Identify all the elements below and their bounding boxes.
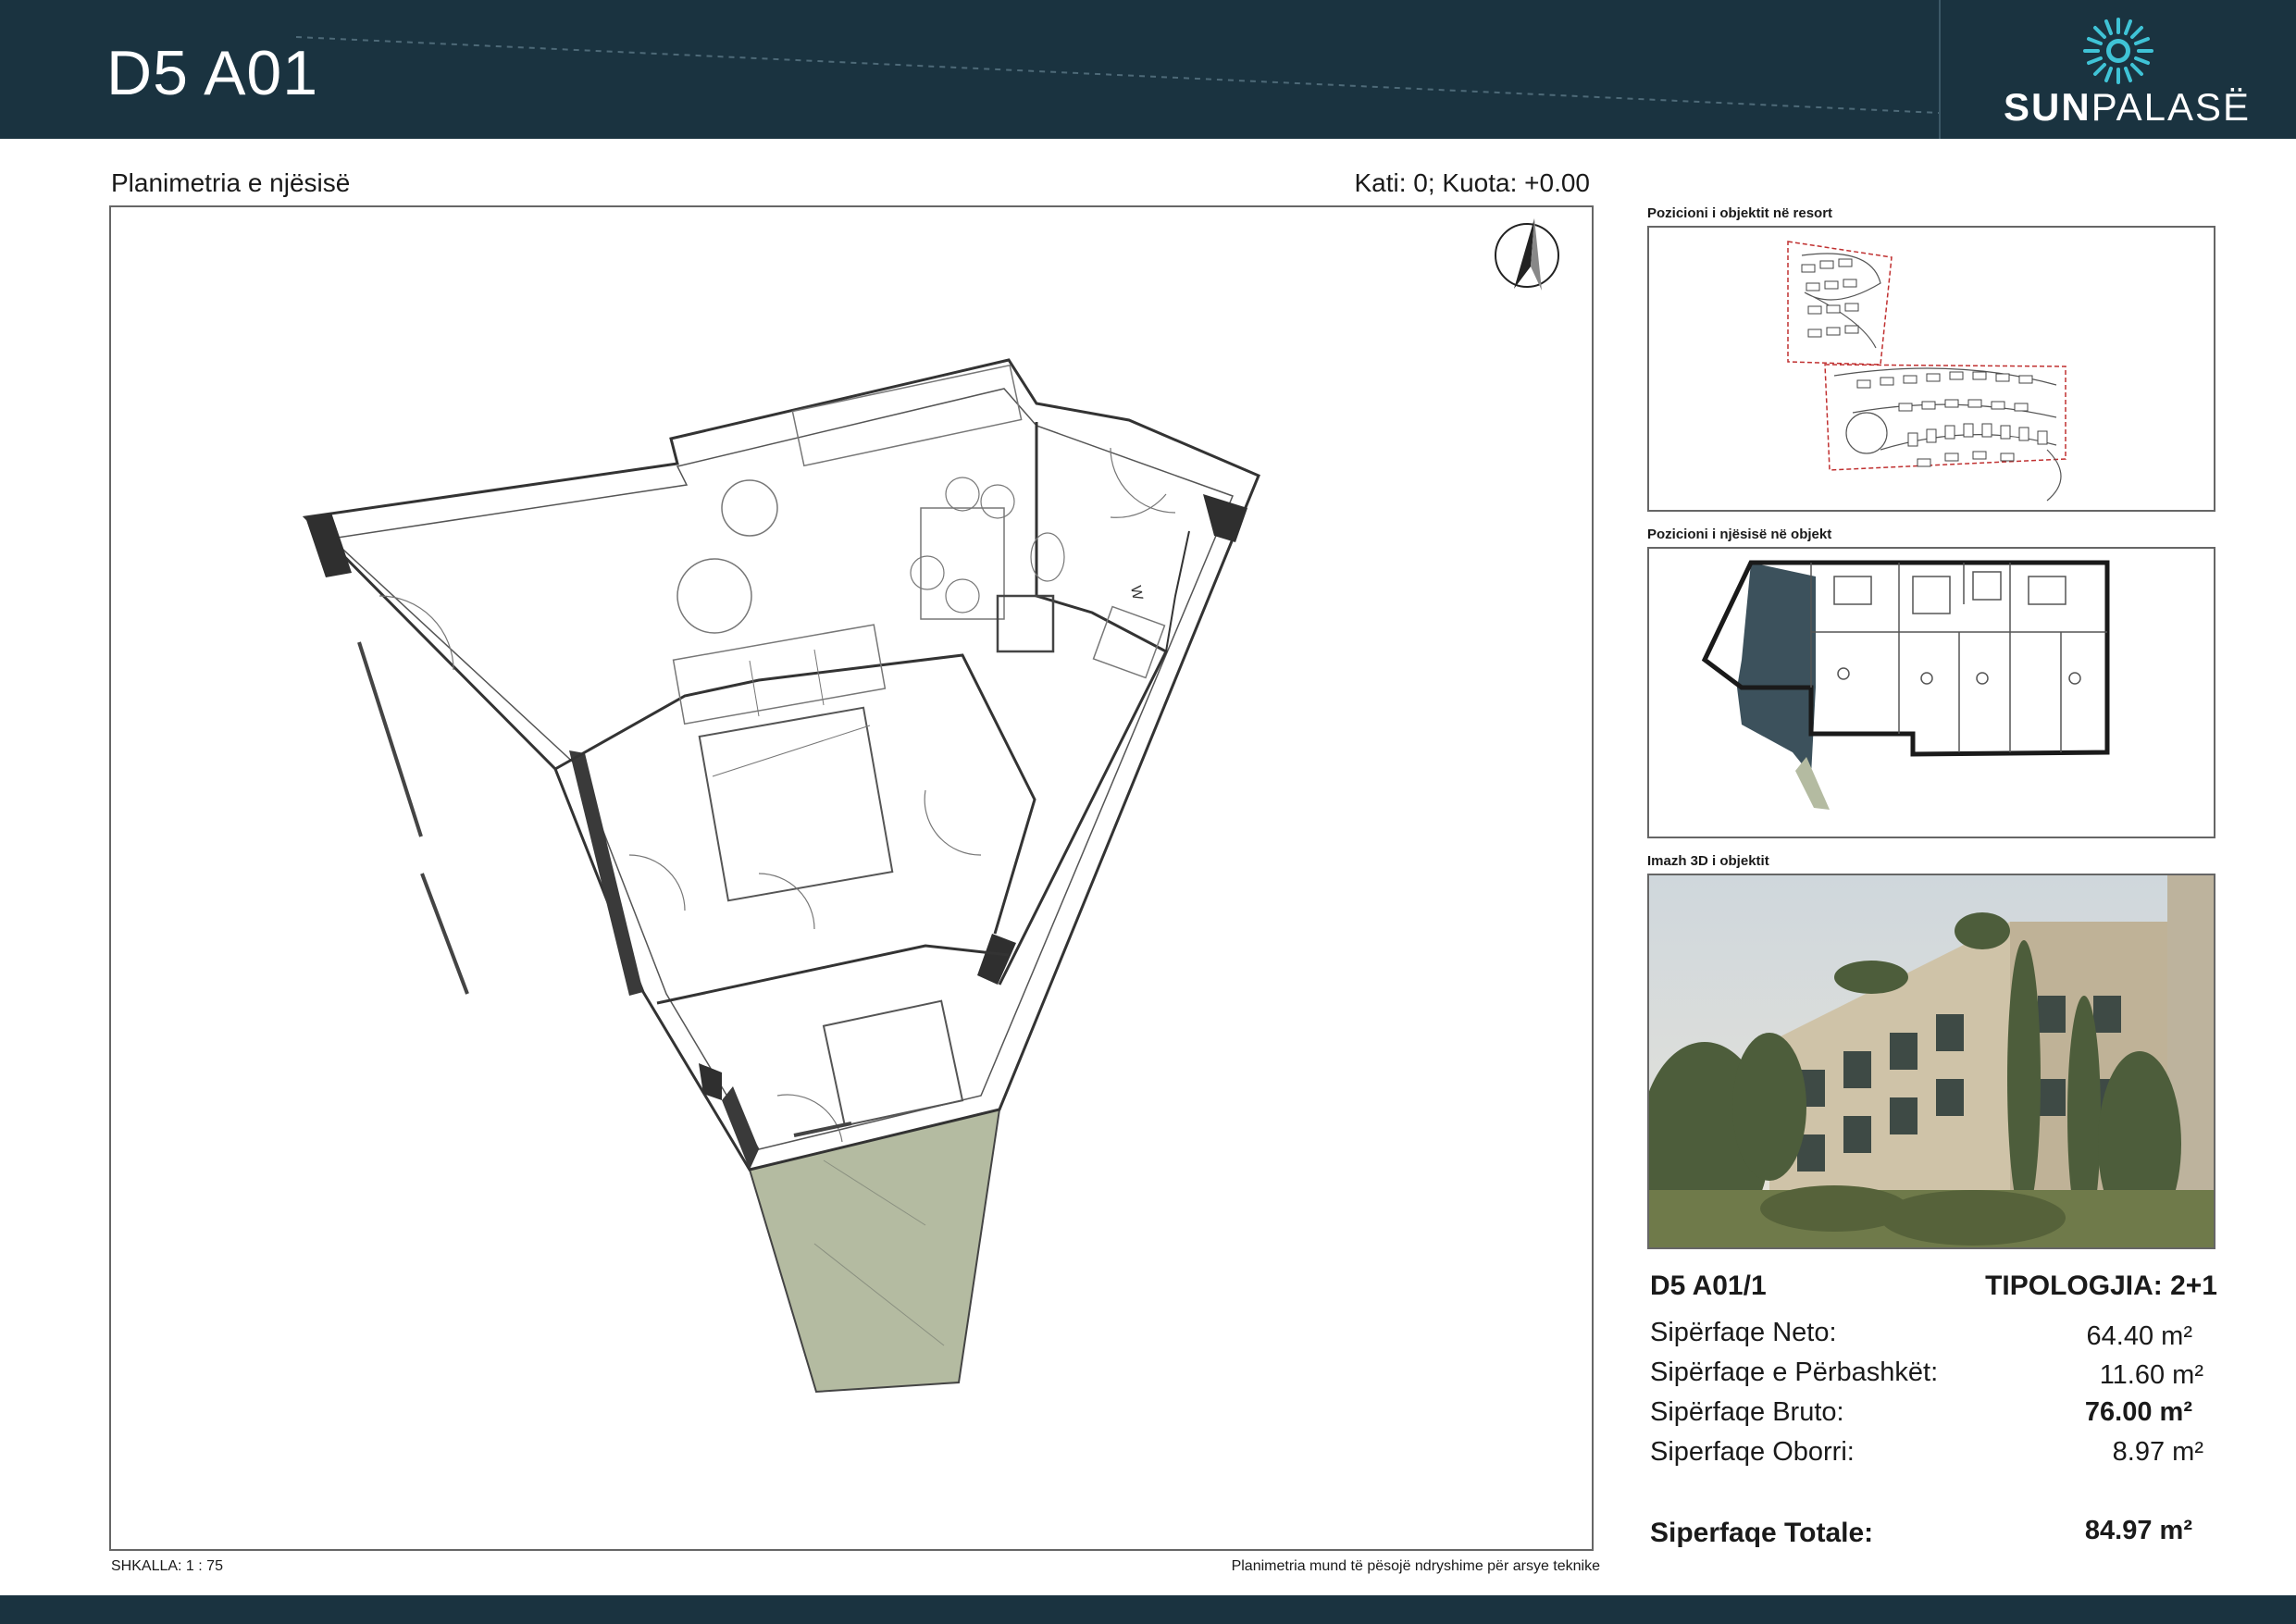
room-mark: W — [1127, 585, 1146, 602]
area-gross-value: 76.00 m² — [2084, 1397, 2192, 1427]
area-net-label: Sipërfaqe Neto: — [1650, 1318, 1837, 1347]
north-arrow-icon — [1495, 218, 1559, 291]
area-common-label: Sipërfaqe e Përbashkët: — [1650, 1357, 1939, 1387]
area-common-value: 11.60 m² — [2099, 1360, 2203, 1390]
unit-typology: TIPOLOGJIA: 2+1 — [1985, 1271, 2217, 1301]
building-plan-drawing — [1701, 560, 2110, 810]
building-position-label: Pozicioni i njësisë në objekt — [1647, 527, 1832, 542]
area-net-value: 64.40 m² — [2086, 1321, 2192, 1351]
unit-code: D5 A01/1 — [1650, 1271, 1767, 1301]
area-gross-label: Sipërfaqe Bruto: — [1650, 1397, 1844, 1427]
logo-text-light: PALASË — [2091, 85, 2251, 129]
area-total-value: 84.97 m² — [2084, 1516, 2192, 1545]
page-title: D5 A01 — [106, 38, 319, 108]
plan-title: Planimetria e njësisë — [111, 168, 351, 197]
logo-text-bold: SUN — [2004, 85, 2091, 129]
area-yard-label: Siperfaqe Oborri: — [1650, 1437, 1855, 1467]
area-total-label: Siperfaqe Totale: — [1650, 1518, 1874, 1548]
sun-icon — [2083, 18, 2153, 84]
floor-plan-frame: W — [109, 205, 1594, 1551]
resort-map-drawing — [1787, 241, 2066, 502]
footer-bar — [0, 1595, 2296, 1624]
resort-map — [1647, 226, 2215, 512]
resort-position-label: Pozicioni i objektit në resort — [1647, 205, 1833, 221]
building-render-image — [1647, 874, 2215, 1249]
unit-outline — [302, 358, 1260, 1172]
render-label: Imazh 3D i objektit — [1647, 853, 1769, 869]
garden-area — [748, 1108, 1001, 1394]
floor-info: Kati: 0; Kuota: +0.00 — [1354, 168, 1590, 197]
building-render-drawing — [1649, 875, 2214, 1247]
floor-plan-drawing: W — [302, 218, 1559, 1394]
disclaimer-note: Planimetria mund të pësojë ndryshime për… — [1231, 1558, 1600, 1574]
area-yard-value: 8.97 m² — [2112, 1437, 2203, 1467]
scale-note: SHKALLA: 1 : 75 — [111, 1558, 223, 1574]
brand-logo: SUNPALASË — [1939, 0, 2296, 139]
building-plan — [1647, 547, 2215, 838]
header-bar: D5 A01 SUNPALASË — [0, 0, 2296, 139]
